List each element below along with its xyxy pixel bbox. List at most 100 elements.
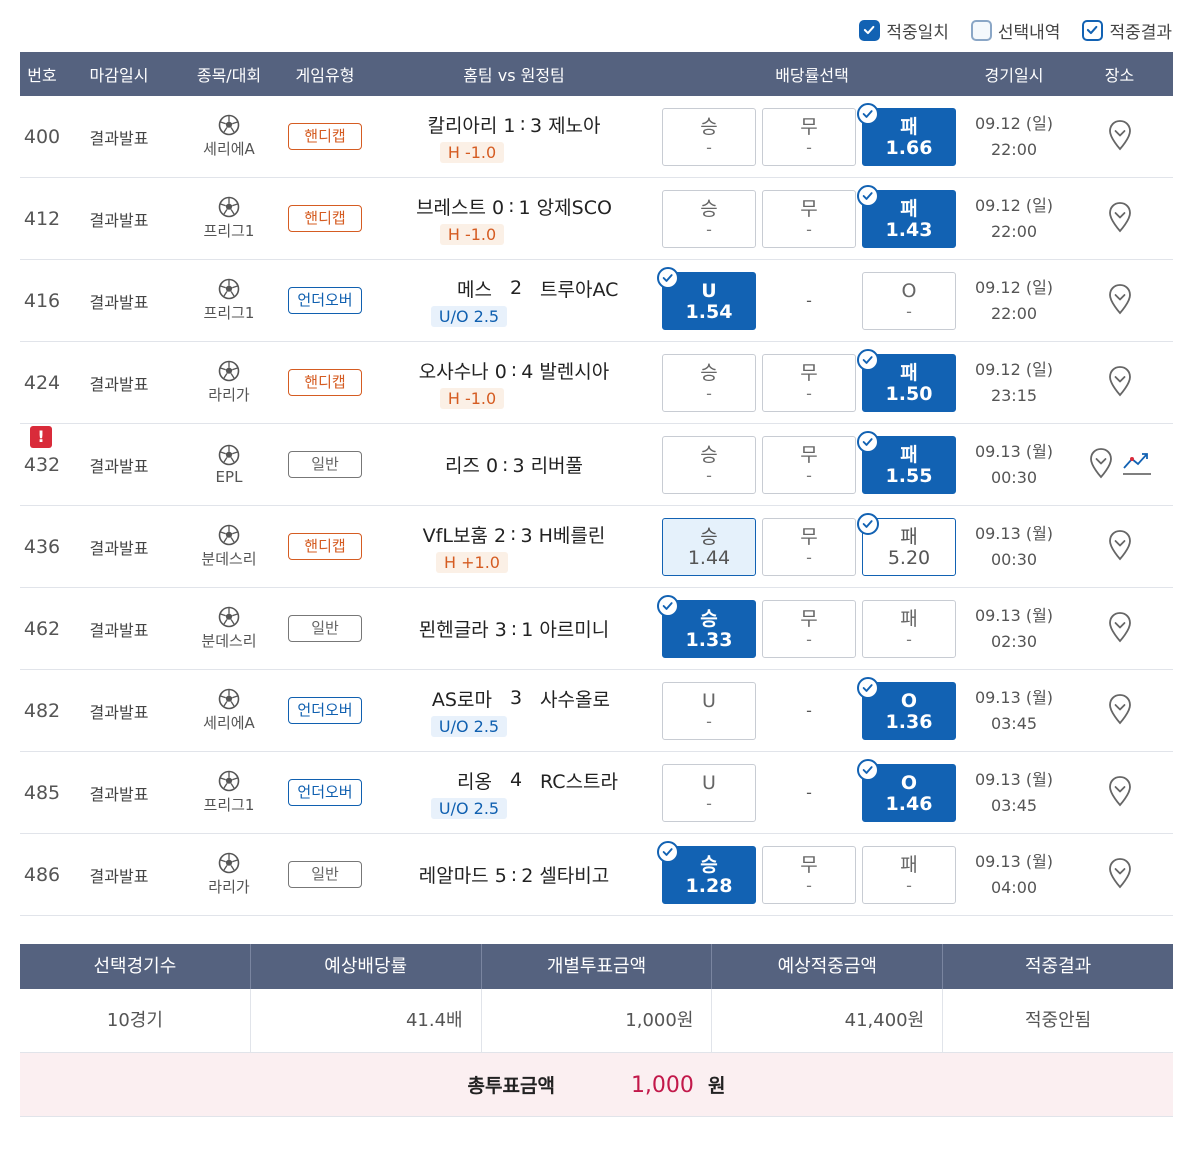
total-bet-unit: 원 <box>707 1075 726 1097</box>
odds-win-button[interactable]: 승- <box>662 107 756 166</box>
odds-lose-button[interactable]: 패- <box>862 845 956 904</box>
odds-lose-button[interactable]: 패 1.55 <box>857 430 956 494</box>
place-button[interactable] <box>1107 119 1133 155</box>
checkbox-icon[interactable] <box>859 19 881 41</box>
odds-draw-button[interactable]: 무- <box>762 517 856 576</box>
handicap-line: U/O 2.5 <box>430 797 508 819</box>
place-button[interactable] <box>1107 693 1133 729</box>
table-row: 416 결과발표 프리그1 언더오버 메스 2 트루아AC U/O 2.5 U 1.54- O -09… <box>20 260 1173 342</box>
summary-expected-value: 41,400원 <box>712 989 944 1052</box>
place-button[interactable] <box>1107 365 1133 401</box>
place-button[interactable] <box>1107 529 1133 565</box>
odds-win-button[interactable]: 승 1.28 <box>657 840 756 904</box>
map-pin-icon <box>1108 857 1131 888</box>
away-team: RC스트라 <box>540 770 619 793</box>
odds-win-button[interactable]: U 1.54 <box>657 266 756 330</box>
score-separator: : <box>510 523 517 545</box>
odds-win-button[interactable]: U- <box>662 681 756 740</box>
result-check-badge <box>657 266 679 289</box>
place-button[interactable] <box>1107 611 1133 647</box>
odds-value: 1.43 <box>885 218 933 241</box>
place-button[interactable] <box>1107 283 1133 319</box>
odds-lose-button[interactable]: O- <box>862 271 956 330</box>
match-line: 메스 2 트루아AC <box>402 275 630 302</box>
checkbox-icon[interactable] <box>1082 19 1104 41</box>
odds-win-button[interactable]: U- <box>662 763 756 822</box>
game-number-text: 416 <box>23 289 61 312</box>
odds-value: - <box>706 793 712 813</box>
home-team: 리옹 <box>456 770 492 793</box>
chart-button[interactable] <box>1122 450 1152 480</box>
match-line: 레알마드 5:2 셀타비고 <box>419 861 610 888</box>
game-type-cell: 핸디캡 <box>284 123 366 150</box>
odds-draw-button[interactable]: 무- <box>762 435 856 494</box>
odds-value: - <box>706 383 712 403</box>
place-button[interactable] <box>1107 201 1133 237</box>
match-time: 04:00 <box>990 877 1038 897</box>
odds-lose-button[interactable]: O 1.36 <box>857 676 956 740</box>
league-cell: 라리가 <box>174 852 284 897</box>
odds-label: - <box>806 782 812 802</box>
odds-value: - <box>906 629 912 649</box>
odds-label: 패 <box>900 853 918 876</box>
odds-win-button[interactable]: 승- <box>662 189 756 248</box>
odds-value: 1.46 <box>885 792 933 815</box>
home-team: 오사수나 0 <box>418 360 507 383</box>
match-time: 02:30 <box>990 631 1038 651</box>
check-icon <box>862 765 873 774</box>
odds-draw-button[interactable]: 무- <box>762 107 856 166</box>
odds-draw-button[interactable]: 무- <box>762 189 856 248</box>
odds-lose-button[interactable]: 패 1.50 <box>857 348 956 412</box>
game-type-cell: 일반 <box>284 451 366 478</box>
odds-win-button[interactable]: 승- <box>662 435 756 494</box>
handicap-line: H -1.0 <box>439 141 505 163</box>
odds-draw-button[interactable]: 무- <box>762 845 856 904</box>
odds-label: 무 <box>800 361 818 384</box>
odds-draw-button[interactable]: 무- <box>762 353 856 412</box>
home-team: AS로마 <box>431 688 492 711</box>
odds-lose-button[interactable]: 패 1.66 <box>857 102 956 166</box>
league-name: 세리에A <box>203 714 255 732</box>
odds-cell: 승 1.33 무 - 패 - <box>657 594 962 658</box>
league-cell: 라리가 <box>174 360 284 405</box>
game-type-badge: 언더오버 <box>288 697 362 724</box>
odds-win-button[interactable]: 승 1.44 <box>662 517 756 576</box>
league-cell: 프리그1 <box>174 278 284 323</box>
league-cell: 분데스리 <box>174 524 284 569</box>
match-date: 09.13 (월) <box>974 441 1054 461</box>
odds-draw-button[interactable]: 무- <box>762 599 856 658</box>
odds-label: 무 <box>800 115 818 138</box>
match-date: 09.13 (월) <box>974 769 1054 789</box>
summary-values: 10경기 41.4배 1,000원 41,400원 적중안됨 <box>20 989 1173 1053</box>
place-button[interactable] <box>1107 857 1133 893</box>
score-separator: 4 <box>509 769 523 791</box>
filter-hit-result[interactable]: 적중결과 <box>1082 18 1172 43</box>
game-number-text: 432 <box>23 453 61 476</box>
odds-label: 무 <box>800 525 818 548</box>
score-separator: : <box>510 359 518 381</box>
odds-value: 1.36 <box>885 710 933 733</box>
odds-cell: 승 1.44 무 - 패 5.20 <box>662 512 962 576</box>
odds-win-button[interactable]: 승- <box>662 353 756 412</box>
odds-win-button[interactable]: 승 1.33 <box>657 594 756 658</box>
away-team: 사수올로 <box>540 688 610 711</box>
odds-label: 무 <box>800 853 818 876</box>
odds-lose-button[interactable]: 패- <box>862 599 956 658</box>
odds-label: 승 <box>700 853 718 876</box>
odds-value: 1.66 <box>885 136 933 159</box>
odds-value: 1.28 <box>685 874 733 897</box>
odds-lose-button[interactable]: 패 5.20 <box>857 512 956 576</box>
odds-lose-button[interactable]: O 1.46 <box>857 758 956 822</box>
match-time: 00:30 <box>990 467 1038 487</box>
deadline-status: 결과발표 <box>89 128 149 148</box>
match-date: 09.12 (일) <box>974 195 1054 215</box>
odds-lose-button[interactable]: 패 1.43 <box>857 184 956 248</box>
place-button[interactable] <box>1107 775 1133 811</box>
checkbox-icon[interactable] <box>970 19 992 41</box>
place-cell <box>1066 447 1173 483</box>
filter-bar: 적중일치 선택내역 적중결과 <box>859 18 1172 43</box>
odds-cell: U - - O 1.46 <box>662 758 962 822</box>
filter-hit-match[interactable]: 적중일치 <box>859 18 949 43</box>
filter-selection-history[interactable]: 선택내역 <box>970 18 1060 43</box>
place-button[interactable] <box>1088 447 1114 483</box>
